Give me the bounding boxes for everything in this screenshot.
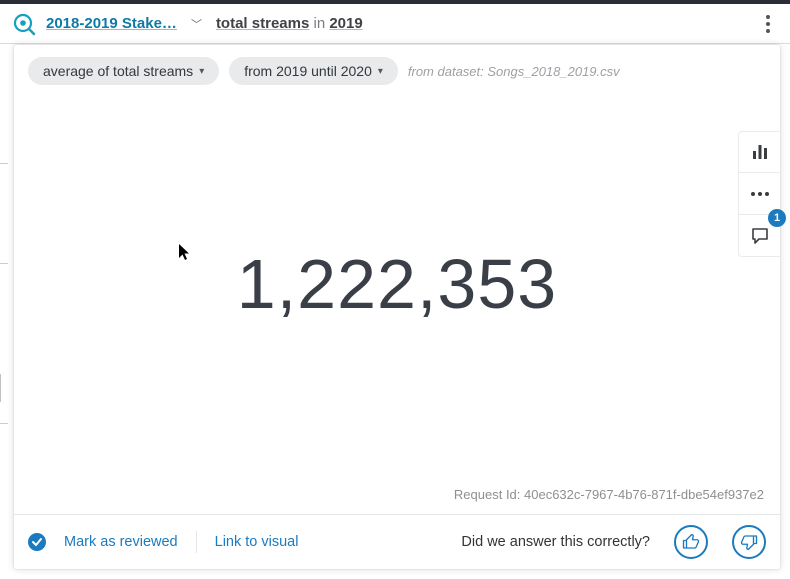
card-footer: Mark as reviewed Link to visual Did we a… — [14, 514, 780, 569]
top-bar: 2018-2019 Stake… ﹀ total streams in 2019 — [0, 0, 790, 44]
link-to-visual-link[interactable]: Link to visual — [215, 534, 299, 550]
query-year[interactable]: 2019 — [329, 15, 362, 32]
query-text: total streams in 2019 — [216, 15, 363, 32]
left-edge-stubs — [0, 44, 10, 579]
caret-down-icon: ▾ — [199, 66, 204, 77]
check-circle-icon — [28, 533, 46, 551]
measure-pill[interactable]: average of total streams▾ — [28, 57, 219, 85]
answer-card: average of total streams▾ from 2019 unti… — [14, 45, 780, 569]
thumbs-down-button[interactable] — [732, 525, 766, 559]
cursor-icon — [178, 243, 192, 266]
analysis-title-link[interactable]: 2018-2019 Stake… — [46, 15, 177, 32]
thumbs-up-button[interactable] — [674, 525, 708, 559]
mark-reviewed-link[interactable]: Mark as reviewed — [64, 534, 178, 550]
date-range-pill[interactable]: from 2019 until 2020▾ — [229, 57, 398, 85]
title-caret-icon[interactable]: ﹀ — [187, 16, 206, 32]
filter-row: average of total streams▾ from 2019 unti… — [14, 45, 780, 91]
dataset-note: from dataset: Songs_2018_2019.csv — [408, 64, 620, 79]
thumbs-down-icon — [740, 533, 758, 551]
kpi-value: 1,222,353 — [237, 244, 557, 324]
request-id: Request Id: 40ec632c-7967-4b76-871f-dbe5… — [14, 487, 780, 514]
more-menu-button[interactable] — [756, 12, 780, 36]
feedback-question: Did we answer this correctly? — [461, 534, 650, 550]
q-logo-icon — [12, 12, 36, 36]
divider — [196, 531, 197, 553]
caret-down-icon: ▾ — [378, 66, 383, 77]
kpi-area: 1,222,353 — [14, 91, 780, 487]
query-metric[interactable]: total streams — [216, 15, 309, 32]
thumbs-up-icon — [682, 533, 700, 551]
